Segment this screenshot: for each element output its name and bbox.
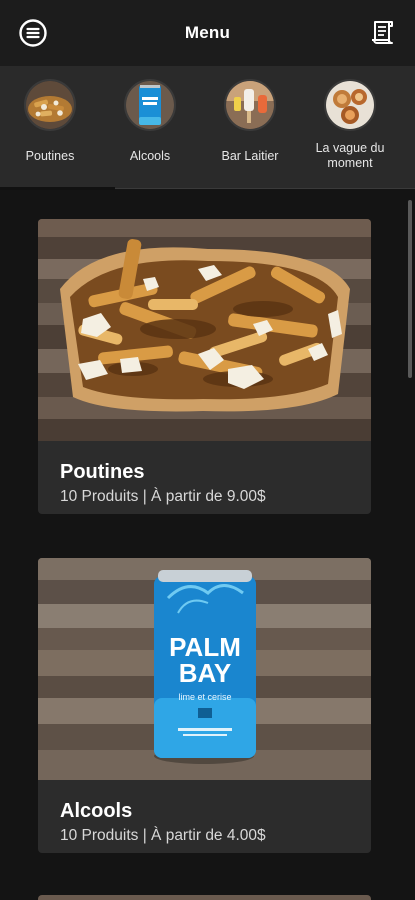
poutine-thumbnail [24,79,76,131]
can-thumbnail [124,79,176,131]
category-card-poutines[interactable]: Poutines 10 Produits | À partir de 9.00$ [38,219,371,514]
category-tab-vague-du-moment[interactable]: La vague du moment [300,79,400,171]
can-brand-line2: BAY [179,658,232,688]
page-title: Menu [184,23,231,42]
ice-cream-thumbnail [224,79,276,131]
category-tab-poutines[interactable]: Poutines [0,79,100,164]
card-info: Poutines 10 Produits | À partir de 9.00$ [38,441,371,514]
category-label: Alcools [129,149,171,163]
can-flavor: lime et cerise [178,692,231,702]
category-tab-bar-laitier[interactable]: Bar Laitier [200,79,300,164]
scrollbar[interactable] [408,200,412,378]
receipt-button[interactable] [367,17,399,49]
card-subtitle: 10 Produits | À partir de 4.00$ [60,827,266,844]
palm-bay-can-image: PALM BAY lime et cerise [38,558,371,780]
category-card-next[interactable] [38,895,371,900]
category-label: La vague du moment [315,141,385,170]
category-list: Poutines 10 Produits | À partir de 9.00$ [0,190,415,900]
card-title: Poutines [60,461,145,483]
poutine-image [38,219,371,441]
card-info: Alcools 10 Produits | À partir de 4.00$ [38,780,371,853]
special-thumbnail [324,79,376,131]
category-divider [115,188,415,189]
category-tab-alcools[interactable]: Alcools [100,79,200,164]
app-root: Menu Poutines Alcools Bar Laitier La vag… [0,0,415,900]
next-card-image [38,895,371,900]
card-title: Alcools [60,800,133,822]
card-subtitle: 10 Produits | À partir de 9.00$ [60,488,266,505]
hamburger-circle-icon [19,19,47,47]
category-label: Poutines [25,149,75,163]
category-card-alcools[interactable]: PALM BAY lime et cerise Alcools 10 Produ… [38,558,371,853]
category-label: Bar Laitier [221,149,279,163]
receipt-icon [372,21,393,44]
menu-button[interactable] [17,17,49,49]
category-tabs: Poutines Alcools Bar Laitier La vague du… [0,66,415,190]
top-app-bar: Menu [0,0,415,66]
